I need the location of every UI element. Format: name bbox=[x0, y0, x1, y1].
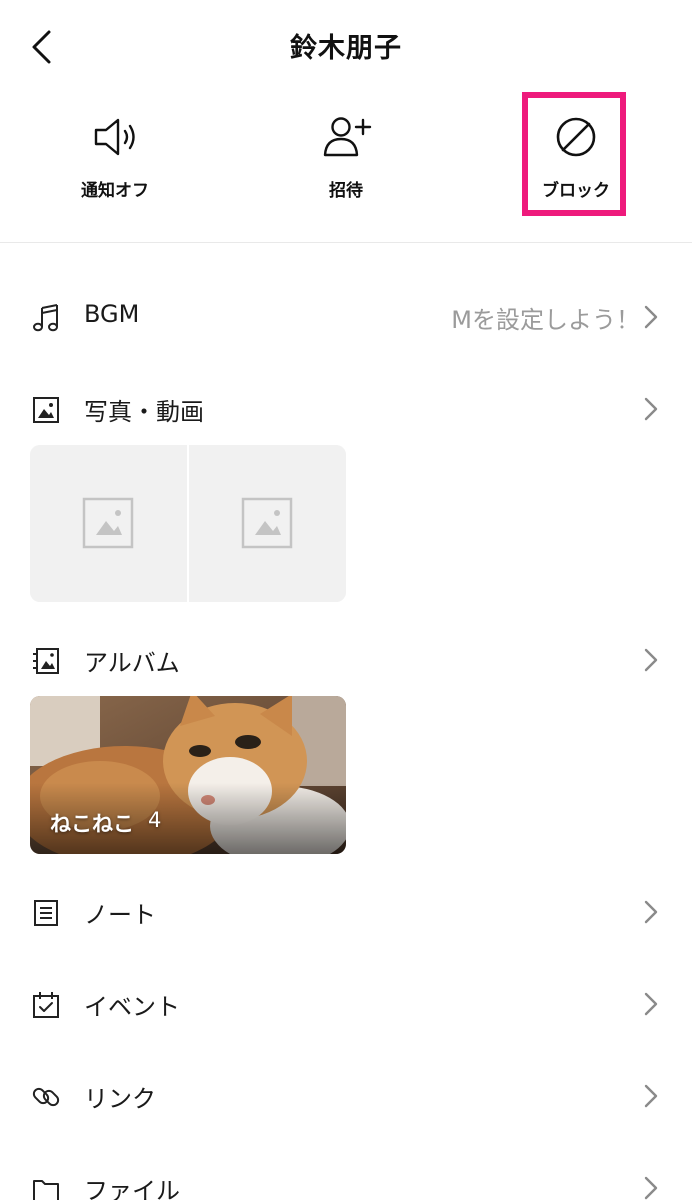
album-label: アルバム bbox=[84, 649, 180, 677]
image-placeholder-icon bbox=[82, 497, 134, 549]
bgm-label: BGM bbox=[84, 300, 140, 328]
note-label: ノート bbox=[84, 901, 156, 929]
mute-notifications-button[interactable]: 通知オフ bbox=[40, 92, 190, 216]
music-note-icon bbox=[33, 304, 58, 332]
block-highlight-frame bbox=[522, 92, 626, 216]
photo-thumbnail[interactable] bbox=[189, 445, 346, 602]
chevron-right-icon bbox=[644, 1176, 658, 1200]
invite-button[interactable]: 招待 bbox=[271, 92, 421, 216]
image-placeholder-icon bbox=[241, 497, 293, 549]
link-label: リンク bbox=[84, 1085, 156, 1113]
album-icon bbox=[33, 648, 59, 674]
speaker-icon bbox=[94, 118, 135, 156]
chevron-right-icon bbox=[644, 648, 658, 672]
chevron-right-icon bbox=[644, 397, 658, 421]
album-name: ねこねこ bbox=[50, 812, 134, 836]
bgm-value: Mを設定しよう！ bbox=[451, 306, 640, 334]
chevron-right-icon bbox=[644, 305, 658, 329]
event-label: イベント bbox=[84, 993, 180, 1021]
event-row[interactable]: イベント bbox=[0, 971, 692, 1035]
chevron-right-icon bbox=[644, 900, 658, 924]
album-photo-count: 4 bbox=[148, 808, 162, 832]
link-row[interactable]: リンク bbox=[0, 1063, 692, 1127]
file-row[interactable]: ファイル bbox=[0, 1155, 692, 1200]
chevron-right-icon bbox=[644, 992, 658, 1016]
note-row[interactable]: ノート bbox=[0, 879, 692, 943]
link-icon bbox=[32, 1087, 60, 1107]
photos-videos-row[interactable]: 写真・動画 bbox=[0, 376, 692, 440]
chevron-right-icon bbox=[644, 1084, 658, 1108]
bgm-row[interactable]: BGM Mを設定しよう！ bbox=[0, 284, 692, 348]
calendar-check-icon bbox=[33, 992, 59, 1018]
album-row[interactable]: アルバム bbox=[0, 627, 692, 691]
photo-icon bbox=[33, 397, 59, 423]
folder-icon bbox=[33, 1180, 59, 1200]
album-card[interactable]: ねこねこ 4 bbox=[30, 696, 346, 854]
photos-videos-label: 写真・動画 bbox=[84, 398, 204, 426]
header-bar: 鈴木朋子 bbox=[0, 0, 692, 92]
page-title: 鈴木朋子 bbox=[290, 33, 402, 64]
divider bbox=[0, 242, 692, 243]
invite-label: 招待 bbox=[329, 181, 363, 201]
photo-thumbnail[interactable] bbox=[30, 445, 187, 602]
note-icon bbox=[34, 900, 58, 926]
add-user-icon bbox=[323, 117, 372, 157]
file-label: ファイル bbox=[84, 1177, 180, 1200]
photo-thumbnail-grid bbox=[30, 445, 346, 602]
mute-notifications-label: 通知オフ bbox=[81, 181, 149, 201]
